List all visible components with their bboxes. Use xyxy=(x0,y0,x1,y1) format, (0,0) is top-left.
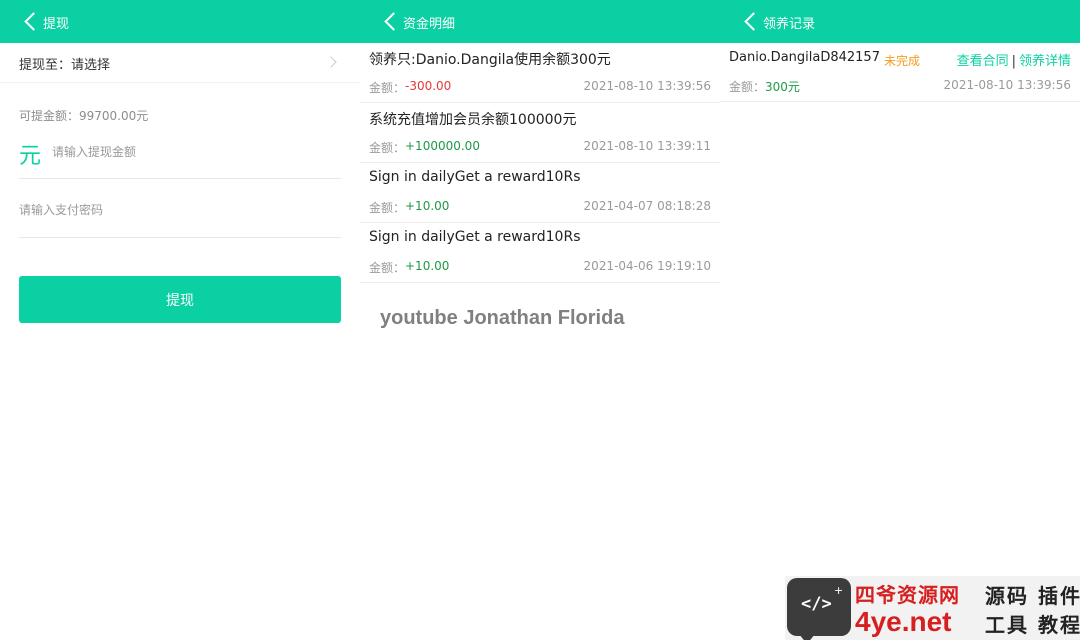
back-arrow-icon[interactable] xyxy=(382,12,400,30)
fund-description: Sign in dailyGet a reward10Rs xyxy=(369,229,581,245)
chevron-right-icon xyxy=(325,56,337,68)
withdraw-amount-input[interactable] xyxy=(52,142,332,162)
currency-symbol: 元 xyxy=(19,144,42,169)
withdraw-target-select[interactable]: 提现至：请选择 xyxy=(0,43,360,83)
top-bar: 资金明细 xyxy=(360,0,720,43)
timestamp: 2021-04-06 19:19:10 xyxy=(583,259,711,273)
amount-value: +10.00 xyxy=(405,259,450,273)
brand-name-cn: 四爷资源网 xyxy=(855,583,960,607)
list-item: Danio.DangilaD842157 未完成 查看合同 | 领养详情 金额： 3… xyxy=(720,43,1080,102)
link-separator: | xyxy=(1011,54,1016,69)
logo-glyph: </> xyxy=(801,594,832,614)
top-bar: 提现 xyxy=(0,0,360,43)
timestamp: 2021-08-10 13:39:11 xyxy=(583,139,711,153)
brand-name-en: 4ye.net xyxy=(855,606,952,637)
list-item: 系统充值增加会员余额100000元 金额： +100000.00 2021-08… xyxy=(360,103,720,163)
fund-description: 领养只:Danio.Dangila使用余额300元 xyxy=(369,52,611,68)
divider xyxy=(19,178,341,179)
page-title: 领养记录 xyxy=(763,17,816,32)
list-item: Sign in dailyGet a reward10Rs 金额： +10.00… xyxy=(360,223,720,283)
divider xyxy=(19,237,341,238)
top-bar: 领养记录 xyxy=(720,0,1080,43)
amount-label: 金额： xyxy=(729,80,766,94)
fund-description: 系统充值增加会员余额100000元 xyxy=(369,112,577,128)
amount-label: 金额： xyxy=(369,261,406,275)
adoption-records-panel: 领养记录 Danio.DangilaD842157 未完成 查看合同 | 领养详情 … xyxy=(720,0,1080,640)
fund-description: Sign in dailyGet a reward10Rs xyxy=(369,169,581,185)
amount-value: 300元 xyxy=(765,80,800,94)
adoption-detail-link[interactable]: 领养详情 xyxy=(1019,54,1071,69)
adoption-name: Danio.DangilaD842157 xyxy=(729,50,880,65)
back-arrow-icon[interactable] xyxy=(742,12,760,30)
record-links: 查看合同 | 领养详情 xyxy=(957,50,1071,69)
page-title: 提现 xyxy=(43,17,70,32)
amount-label: 金额： xyxy=(369,141,406,155)
amount-value: +10.00 xyxy=(405,199,450,213)
back-arrow-icon[interactable] xyxy=(22,12,40,30)
banner-tagline-1: 源码 插件 xyxy=(985,584,1080,608)
list-item: 领养只:Danio.Dangila使用余额300元 金额： -300.00 20… xyxy=(360,43,720,103)
amount-label: 金额： xyxy=(369,201,406,215)
withdraw-target-label: 提现至：请选择 xyxy=(19,58,111,73)
logo-plus: + xyxy=(834,584,844,597)
amount-value: -300.00 xyxy=(405,79,452,93)
timestamp: 2021-08-10 13:39:56 xyxy=(583,79,711,93)
fund-details-panel: 资金明细 领养只:Danio.Dangila使用余额300元 金额： -300.… xyxy=(360,0,720,640)
status-badge: 未完成 xyxy=(884,54,921,68)
amount-value: +100000.00 xyxy=(405,139,480,153)
payment-password-input[interactable] xyxy=(19,200,319,220)
withdraw-submit-button[interactable]: 提现 xyxy=(19,276,341,323)
timestamp: 2021-04-07 08:18:28 xyxy=(583,199,711,213)
watermark-text: youtube Jonathan Florida xyxy=(380,307,625,329)
amount-label: 金额： xyxy=(369,81,406,95)
list-item: Sign in dailyGet a reward10Rs 金额： +10.00… xyxy=(360,163,720,223)
available-amount: 可提金额：99700.00元 xyxy=(19,109,149,123)
code-logo-icon: </> + xyxy=(787,578,851,640)
page-title: 资金明细 xyxy=(403,17,456,32)
withdraw-panel: 提现 提现至：请选择 可提金额：99700.00元 元 提现 xyxy=(0,0,360,640)
fund-list: 领养只:Danio.Dangila使用余额300元 金额： -300.00 20… xyxy=(360,43,720,283)
view-contract-link[interactable]: 查看合同 xyxy=(957,54,1009,69)
banner-tagline-2: 工具 教程 xyxy=(985,613,1080,637)
watermark-banner: </> + 四爷资源网 4ye.net 源码 插件 工具 教程 xyxy=(785,576,1080,640)
timestamp: 2021-08-10 13:39:56 xyxy=(943,78,1071,92)
